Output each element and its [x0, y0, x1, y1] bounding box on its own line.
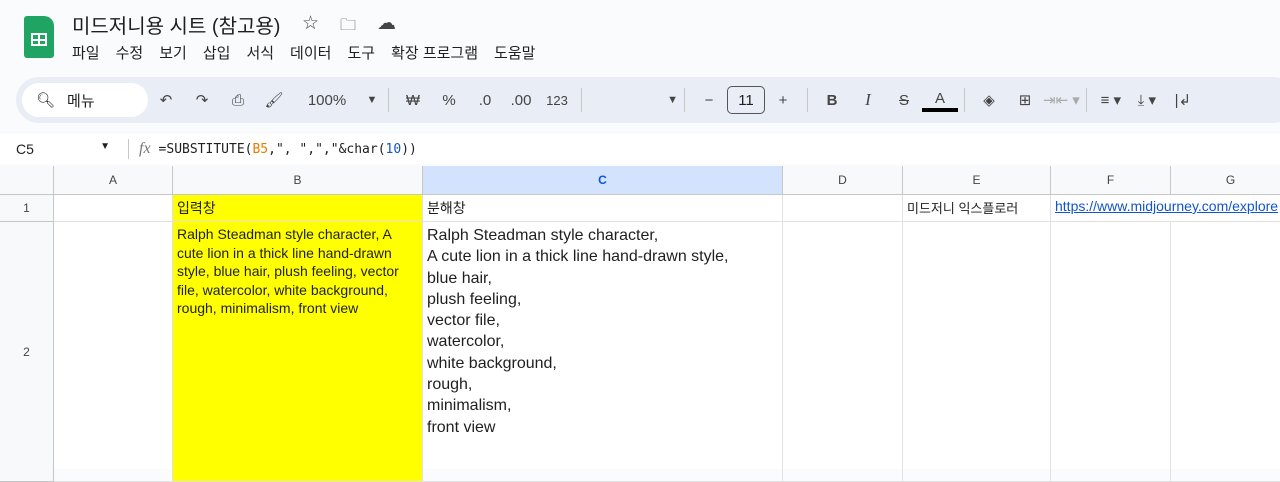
cell-e2[interactable] [903, 222, 1051, 482]
move-folder-icon[interactable]: 🗀 [340, 14, 356, 41]
row-header-1[interactable]: 1 [0, 195, 54, 222]
menu-data[interactable]: 데이터 [290, 42, 331, 63]
text-wrap-icon[interactable]: |↲ [1165, 85, 1201, 115]
cell-e1[interactable]: 미드저니 익스플로러 [903, 195, 1051, 222]
strikethrough-icon[interactable]: S [886, 85, 922, 115]
column-header-f[interactable]: F [1051, 166, 1171, 195]
currency-format-button[interactable]: ₩ [395, 85, 431, 115]
spreadsheet-grid[interactable]: A B C D E F G 1 2 입력창 분해창 미드저니 익스플로러 htt… [0, 166, 1280, 482]
formula-input[interactable]: =SUBSTITUTE(B5,", ",","&char(10)) [159, 142, 417, 157]
menu-view[interactable]: 보기 [159, 42, 187, 63]
italic-icon[interactable]: I [850, 85, 886, 115]
menu-extensions[interactable]: 확장 프로그램 [391, 42, 478, 63]
formula-text: )) [401, 141, 417, 157]
fill-color-icon[interactable]: ◈ [971, 85, 1007, 115]
cell-a1[interactable] [54, 195, 173, 222]
document-title[interactable]: 미드저니용 시트 (참고용) [72, 10, 280, 39]
cell-d1[interactable] [783, 195, 903, 222]
cell-reference: C5 [16, 141, 34, 157]
cell-d2[interactable] [783, 222, 903, 482]
number-format-button[interactable]: 123 [539, 85, 575, 115]
star-icon[interactable]: ☆ [302, 12, 319, 35]
increase-font-size-icon[interactable]: + [765, 85, 801, 115]
formula-cell-ref: B5 [252, 141, 269, 157]
menu-search[interactable]: 🔍︎ 메뉴 [22, 83, 148, 117]
column-header-g[interactable]: G [1171, 166, 1280, 195]
text-color-icon[interactable]: A [922, 88, 958, 112]
formula-text: =SUBSTITUTE( [158, 141, 253, 157]
bold-icon[interactable]: B [814, 85, 850, 115]
decrease-font-size-icon[interactable]: − [691, 85, 727, 115]
menu-help[interactable]: 도움말 [494, 42, 535, 63]
menu-format[interactable]: 서식 [246, 42, 274, 63]
search-label: 메뉴 [67, 92, 95, 110]
divider [1085, 88, 1087, 112]
cell-f2[interactable] [1051, 222, 1171, 482]
formula-bar: C5 ▼ fx =SUBSTITUTE(B5,", ",","&char(10)) [0, 134, 1280, 164]
search-icon: 🔍︎ [36, 92, 56, 109]
formula-number: 10 [385, 141, 402, 157]
cloud-status-icon[interactable]: ☁ [377, 12, 396, 35]
column-header-b[interactable]: B [173, 166, 423, 195]
divider [807, 88, 808, 112]
cell-a2[interactable] [54, 222, 173, 482]
select-all-corner[interactable] [0, 166, 54, 195]
cell-g2[interactable] [1171, 222, 1280, 482]
toolbar: 🔍︎ 메뉴 ↶ ↷ ⎙ 🖌︎ 100% ▼ ₩ % .0 .00 123 ▼ − … [16, 77, 1280, 123]
divider [581, 88, 582, 112]
horizontal-align-icon[interactable]: ≡ ▾ [1093, 85, 1129, 115]
print-icon[interactable]: ⎙ [220, 85, 256, 115]
column-header-c[interactable]: C [423, 166, 783, 195]
fx-icon: fx [139, 140, 151, 157]
menu-file[interactable]: 파일 [72, 42, 100, 63]
divider [964, 88, 965, 112]
vertical-align-icon[interactable]: ⤓ ▾ [1129, 85, 1165, 115]
cell-b2[interactable]: Ralph Steadman style character, A cute l… [173, 222, 423, 482]
undo-icon[interactable]: ↶ [148, 85, 184, 115]
percent-format-button[interactable]: % [431, 85, 467, 115]
cell-c1[interactable]: 분해창 [423, 195, 783, 222]
menu-edit[interactable]: 수정 [116, 42, 144, 63]
column-header-a[interactable]: A [54, 166, 173, 195]
cell-c2[interactable]: Ralph Steadman style character, A cute l… [423, 222, 783, 482]
increase-decimal-button[interactable]: .00 [503, 85, 539, 115]
divider [128, 139, 129, 159]
column-header-d[interactable]: D [783, 166, 903, 195]
redo-icon[interactable]: ↷ [184, 85, 220, 115]
menu-insert[interactable]: 삽입 [203, 42, 231, 63]
divider [388, 88, 389, 112]
font-select[interactable]: ▼ [588, 85, 678, 115]
column-header-e[interactable]: E [903, 166, 1051, 195]
merge-cells-icon[interactable]: ⇥⇤ ▾ [1043, 85, 1080, 115]
row-header-2[interactable]: 2 [0, 222, 54, 482]
sheets-logo[interactable] [24, 16, 54, 58]
font-size-input[interactable]: 11 [727, 86, 765, 114]
decrease-decimal-button[interactable]: .0 [467, 85, 503, 115]
chevron-down-icon[interactable]: ▼ [362, 85, 382, 115]
borders-icon[interactable]: ⊞ [1007, 85, 1043, 115]
menu-tools[interactable]: 도구 [347, 42, 375, 63]
menu-bar: 파일 수정 보기 삽입 서식 데이터 도구 확장 프로그램 도움말 [72, 42, 535, 63]
divider [684, 88, 685, 112]
chevron-down-icon: ▼ [100, 141, 110, 152]
cell-f1-link[interactable]: https://www.midjourney.com/explore [1051, 195, 1280, 222]
paint-format-icon[interactable]: 🖌︎ [256, 85, 292, 115]
cell-b1[interactable]: 입력창 [173, 195, 423, 222]
formula-text: ,", ",","&char( [268, 141, 386, 157]
name-box[interactable]: C5 ▼ [0, 141, 118, 157]
zoom-select[interactable]: 100% [292, 85, 362, 115]
